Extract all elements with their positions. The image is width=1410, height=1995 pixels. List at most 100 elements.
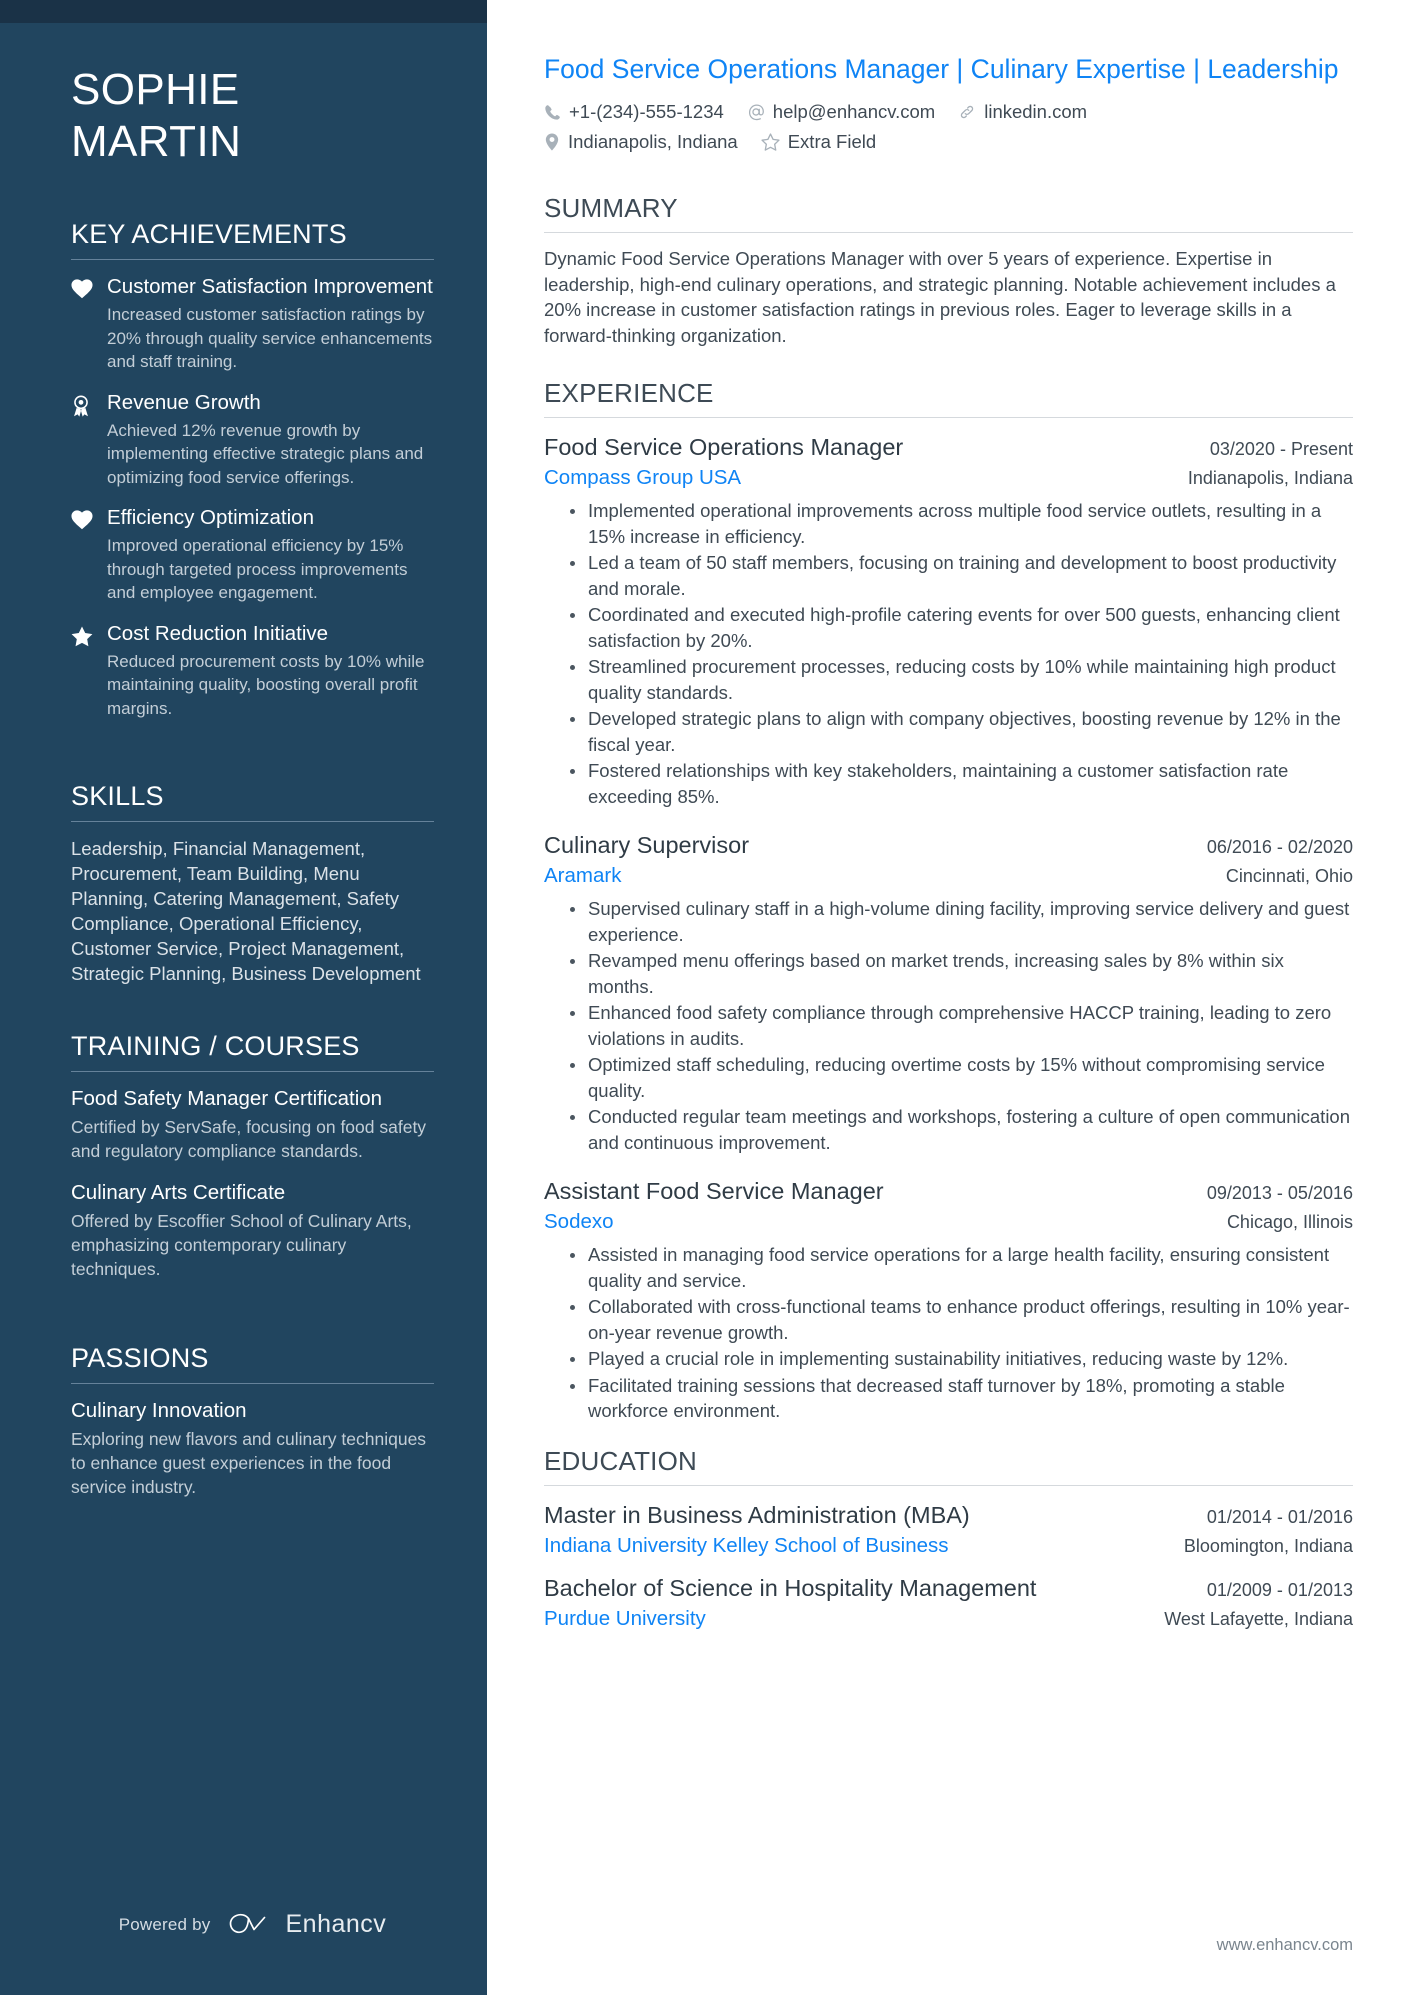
bullet: Assisted in managing food service operat…: [570, 1242, 1353, 1293]
summary-heading: SUMMARY: [544, 193, 678, 223]
bullet: Streamlined procurement processes, reduc…: [570, 654, 1353, 705]
bullet: Revamped menu offerings based on market …: [570, 948, 1353, 999]
company-name[interactable]: Sodexo: [544, 1208, 1207, 1236]
bullet: Facilitated training sessions that decre…: [570, 1373, 1353, 1424]
passion-item: Culinary Innovation Exploring new flavor…: [71, 1398, 434, 1499]
skills-list: Leadership, Financial Management, Procur…: [71, 838, 421, 984]
experience-entry: Culinary Supervisor 06/2016 - 02/2020 Ar…: [544, 829, 1353, 1155]
contact-linkedin-value: linkedin.com: [984, 101, 1088, 122]
contact-info: +1-(234)-555-1234 help@enhancv.com linke…: [544, 99, 1353, 155]
job-dates: 06/2016 - 02/2020: [1206, 837, 1353, 857]
divider: [71, 1383, 434, 1384]
achievement-description: Increased customer satisfaction ratings …: [107, 305, 433, 371]
job-title: Culinary Supervisor: [544, 832, 750, 858]
section-summary: SUMMARY Dynamic Food Service Operations …: [544, 191, 1353, 348]
education-entry: Bachelor of Science in Hospitality Manag…: [544, 1572, 1353, 1633]
job-bullets: Assisted in managing food service operat…: [544, 1242, 1353, 1424]
key-achievements-heading: KEY ACHIEVEMENTS: [71, 219, 347, 249]
summary-text: Dynamic Food Service Operations Manager …: [544, 248, 1336, 346]
company-name[interactable]: Compass Group USA: [544, 464, 1168, 492]
contact-email[interactable]: help@enhancv.com: [747, 99, 935, 125]
at-sign-icon: [747, 103, 765, 121]
bullet: Enhanced food safety compliance through …: [570, 1000, 1353, 1051]
divider: [544, 232, 1353, 233]
bullet: Developed strategic plans to align with …: [570, 706, 1353, 757]
education-entry: Master in Business Administration (MBA) …: [544, 1499, 1353, 1560]
sidebar: SOPHIE MARTIN KEY ACHIEVEMENTS Customer …: [0, 0, 487, 1995]
phone-icon: [544, 104, 561, 121]
job-dates: 09/2013 - 05/2016: [1206, 1183, 1353, 1203]
main-content: Food Service Operations Manager | Culina…: [487, 0, 1410, 1995]
section-key-achievements: KEY ACHIEVEMENTS Customer Satisfaction I…: [71, 218, 434, 736]
divider: [71, 259, 434, 260]
achievement-item: Cost Reduction Initiative Reduced procur…: [71, 621, 434, 721]
bullet: Led a team of 50 staff members, focusing…: [570, 550, 1353, 601]
section-education: EDUCATION Master in Business Administrat…: [544, 1444, 1353, 1633]
section-passions: PASSIONS Culinary Innovation Exploring n…: [71, 1342, 434, 1509]
headline: Food Service Operations Manager | Culina…: [544, 54, 1339, 84]
last-name: MARTIN: [71, 117, 242, 166]
enhancv-url: www.enhancv.com: [1216, 1936, 1353, 1954]
school-name[interactable]: Purdue University: [544, 1605, 1144, 1633]
divider: [71, 1071, 434, 1072]
bullet: Optimized staff scheduling, reducing ove…: [570, 1052, 1353, 1103]
course-description: Offered by Escoffier School of Culinary …: [71, 1211, 412, 1279]
job-title: Food Service Operations Manager: [544, 434, 904, 460]
achievement-title: Revenue Growth: [107, 390, 261, 414]
school-location: Bloomington, Indiana: [1183, 1535, 1353, 1556]
contact-linkedin[interactable]: linkedin.com: [958, 99, 1087, 125]
achievement-title: Customer Satisfaction Improvement: [107, 275, 433, 298]
contact-phone-value: +1-(234)-555-1234: [569, 101, 724, 122]
passion-description: Exploring new flavors and culinary techn…: [71, 1429, 427, 1497]
job-bullets: Supervised culinary staff in a high-volu…: [544, 896, 1353, 1155]
job-title: Assistant Food Service Manager: [544, 1178, 884, 1204]
experience-entry: Assistant Food Service Manager 09/2013 -…: [544, 1175, 1353, 1424]
course-title: Food Safety Manager Certification: [71, 1087, 383, 1110]
degree-dates: 01/2014 - 01/2016: [1206, 1506, 1353, 1527]
achievement-title: Efficiency Optimization: [107, 506, 314, 529]
enhancv-logo: Enhancv: [228, 1910, 386, 1939]
divider: [544, 417, 1353, 418]
achievement-description: Achieved 12% revenue growth by implement…: [107, 420, 424, 487]
school-name[interactable]: Indiana University Kelley School of Busi…: [544, 1532, 1164, 1560]
achievement-description: Improved operational efficiency by 15% t…: [107, 536, 408, 602]
resume-page: SOPHIE MARTIN KEY ACHIEVEMENTS Customer …: [0, 0, 1410, 1995]
passions-heading: PASSIONS: [71, 1343, 209, 1373]
heart-icon: [71, 505, 107, 605]
experience-heading: EXPERIENCE: [544, 378, 714, 408]
job-location: Chicago, Illinois: [1226, 1212, 1353, 1232]
bullet: Supervised culinary staff in a high-volu…: [570, 896, 1353, 947]
job-bullets: Implemented operational improvements acr…: [544, 498, 1353, 809]
course-title: Culinary Arts Certificate: [71, 1181, 286, 1204]
job-location: Indianapolis, Indiana: [1187, 468, 1353, 488]
course-item: Culinary Arts Certificate Offered by Esc…: [71, 1180, 434, 1281]
enhancv-mark-icon: [230, 1913, 266, 1933]
link-icon: [958, 103, 976, 121]
contact-location: Indianapolis, Indiana: [544, 129, 738, 155]
degree-dates: 01/2009 - 01/2013: [1206, 1579, 1353, 1600]
bullet: Conducted regular team meetings and work…: [570, 1104, 1353, 1155]
contact-row-2: Indianapolis, Indiana Extra Field: [544, 129, 1353, 155]
achievement-item: Efficiency Optimization Improved operati…: [71, 505, 434, 605]
company-name[interactable]: Aramark: [544, 862, 1206, 890]
contact-extra-field: Extra Field: [761, 129, 876, 155]
achievement-description: Reduced procurement costs by 10% while m…: [107, 651, 425, 718]
candidate-name: SOPHIE MARTIN: [71, 64, 434, 168]
divider: [544, 1484, 1353, 1486]
contact-row-1: +1-(234)-555-1234 help@enhancv.com linke…: [544, 99, 1353, 125]
enhancv-wordmark: Enhancv: [285, 1910, 387, 1938]
bullet: Implemented operational improvements acr…: [570, 498, 1353, 549]
degree-title: Bachelor of Science in Hospitality Manag…: [544, 1574, 1037, 1601]
job-location: Cincinnati, Ohio: [1225, 866, 1353, 886]
achievement-item: Revenue Growth Achieved 12% revenue grow…: [71, 390, 434, 490]
achievement-title: Cost Reduction Initiative: [107, 621, 329, 645]
education-heading: EDUCATION: [544, 1445, 697, 1476]
sidebar-footer: Powered by Enhancv: [71, 1910, 434, 1995]
training-courses-heading: TRAINING / COURSES: [71, 1031, 360, 1061]
contact-phone[interactable]: +1-(234)-555-1234: [544, 99, 724, 125]
location-pin-icon: [544, 133, 560, 151]
first-name: SOPHIE: [71, 65, 240, 114]
course-item: Food Safety Manager Certification Certif…: [71, 1086, 434, 1163]
divider: [71, 821, 434, 822]
contact-extra-field-value: Extra Field: [787, 131, 877, 152]
